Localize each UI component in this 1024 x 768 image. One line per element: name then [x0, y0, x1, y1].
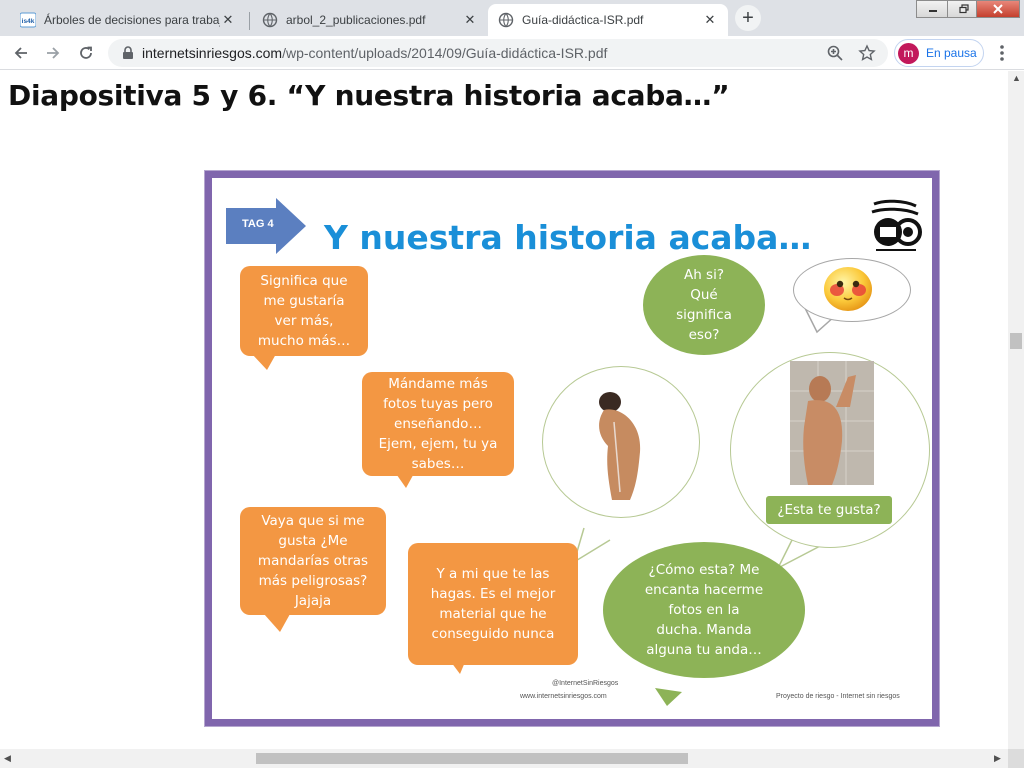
reload-icon: [80, 46, 92, 59]
more-menu-icon[interactable]: [994, 42, 1010, 64]
pdf-viewport[interactable]: Diapositiva 5 y 6. “Y nuestra historia a…: [0, 71, 1008, 749]
arrow-left-icon: [14, 47, 27, 59]
slide-image: TAG 4 Y nuestra historia acaba… Signific…: [205, 171, 939, 726]
tab-arboles[interactable]: is4k Árboles de decisiones para trabajo …: [10, 4, 246, 36]
bubble-line: fotos tuyas pero: [383, 396, 493, 412]
scroll-left-icon[interactable]: ◀: [4, 753, 11, 764]
profile-status: En pausa: [926, 46, 977, 60]
svg-text:is4k: is4k: [22, 18, 35, 25]
restore-icon: [959, 4, 969, 14]
tab-title: Guía-didáctica-ISR.pdf: [522, 13, 644, 27]
lock-icon[interactable]: [120, 45, 136, 61]
bubble-line: hagas. Es el mejor: [430, 586, 556, 602]
chat-bubble-orange: Y a mi que te las hagas. Es el mejor mat…: [408, 543, 578, 665]
bubble-line: enseñando…: [394, 416, 482, 432]
slide-footer-url: www.internetsinriesgos.com: [520, 693, 607, 700]
address-bar[interactable]: internetsinriesgos.com/wp-content/upload…: [108, 39, 888, 67]
chat-bubble-green: ¿Esta te gusta?: [766, 496, 892, 524]
vertical-scroll-thumb[interactable]: [1010, 333, 1022, 349]
globe-icon: [262, 12, 278, 28]
forward-button[interactable]: [40, 40, 66, 66]
bubble-line: eso?: [688, 327, 720, 343]
bubble-line: conseguido nunca: [431, 626, 555, 642]
scrollbar-corner: [1008, 749, 1024, 768]
url-host: internetsinriesgos.com: [142, 45, 283, 61]
blushing-face-icon: [824, 267, 872, 311]
bubble-line: significa: [676, 307, 732, 323]
bubble-line: Mándame más: [388, 376, 488, 392]
close-icon[interactable]: ✕: [220, 12, 236, 28]
tab-guia-didactica[interactable]: Guía-didáctica-ISR.pdf ✕: [488, 4, 728, 36]
bubble-line: Significa que: [260, 273, 348, 289]
close-icon[interactable]: ✕: [462, 12, 478, 28]
bubble-line: ducha. Manda: [656, 622, 752, 638]
bubble-line: mandarías otras: [257, 553, 369, 569]
bubble-line: mucho más…: [257, 333, 351, 349]
bubble-line: me gustaría: [263, 293, 345, 309]
bubble-line: Ah si?: [683, 267, 725, 283]
arrow-right-icon: [47, 47, 60, 59]
tab-title: arbol_2_publicaciones.pdf: [286, 13, 426, 27]
bubble-line: ¿Cómo esta? Me: [648, 562, 760, 578]
chat-bubble-orange: Vaya que si me gusta ¿Me mandarías otras…: [240, 507, 386, 615]
shower-photo: [790, 361, 874, 485]
globe-icon: [498, 12, 514, 28]
tab-separator: [249, 12, 250, 30]
bubble-line: Vaya que si me: [261, 513, 365, 529]
star-icon[interactable]: [858, 44, 876, 62]
bubble-line: ver más,: [274, 313, 334, 329]
is4k-favicon: is4k: [20, 12, 36, 28]
chat-bubble-green: Ah si? Qué significa eso?: [643, 255, 765, 355]
bubble-line: sabes…: [411, 456, 465, 472]
page-title: Diapositiva 5 y 6. “Y nuestra historia a…: [8, 79, 730, 112]
new-tab-button[interactable]: +: [735, 5, 761, 31]
chat-bubble-green: ¿Cómo esta? Me encanta hacerme fotos en …: [603, 542, 805, 678]
scroll-right-icon[interactable]: ▶: [994, 753, 1001, 764]
window-close-button[interactable]: [976, 0, 1020, 18]
url-text[interactable]: internetsinriesgos.com/wp-content/upload…: [142, 45, 607, 61]
zoom-icon[interactable]: [826, 44, 844, 62]
bubble-line: Qué: [690, 287, 718, 303]
close-icon[interactable]: ✕: [702, 12, 718, 28]
bubble-line: material que he: [439, 606, 547, 622]
url-path: /wp-content/uploads/2014/09/Guía-didácti…: [282, 45, 608, 61]
vertical-scrollbar[interactable]: ▲: [1008, 71, 1024, 749]
bubble-line: más peligrosas?: [258, 573, 368, 589]
bubble-line: fotos en la: [668, 602, 740, 618]
back-button[interactable]: [8, 40, 34, 66]
reload-button[interactable]: [73, 40, 99, 66]
bubble-line: gusta ¿Me: [278, 533, 348, 549]
avatar: m: [898, 42, 919, 64]
slide-footer-credit: Proyecto de riesgo - Internet sin riesgo…: [776, 693, 900, 700]
horizontal-scrollbar[interactable]: ◀ ▶: [0, 749, 1008, 768]
tab-title: Árboles de decisiones para trabajo: [44, 13, 220, 27]
minimize-icon: [929, 10, 937, 12]
person-silhouette-photo: [599, 392, 641, 500]
horizontal-scroll-thumb[interactable]: [256, 753, 688, 764]
bubble-line: encanta hacerme: [644, 582, 764, 598]
bubble-line: Y a mi que te las: [436, 566, 550, 582]
bubble-line: Jajaja: [294, 593, 332, 609]
person-photo: [790, 361, 874, 485]
chat-bubble-orange: Mándame más fotos tuyas pero enseñando… …: [362, 372, 514, 476]
profile-button[interactable]: m En pausa: [894, 39, 984, 67]
tab-strip: is4k Árboles de decisiones para trabajo …: [0, 0, 1024, 36]
bubble-line: alguna tu anda…: [646, 642, 762, 658]
close-icon: [993, 4, 1003, 14]
minimize-button[interactable]: [916, 0, 950, 18]
slide-footer-handle: @InternetSinRiesgos: [552, 680, 619, 687]
scroll-up-icon[interactable]: ▲: [1012, 73, 1021, 83]
bubble-line: ¿Esta te gusta?: [777, 502, 881, 518]
chat-bubble-orange: Significa que me gustaría ver más, mucho…: [240, 266, 368, 356]
bubble-line: Ejem, ejem, tu ya: [378, 436, 498, 452]
browser-toolbar: internetsinriesgos.com/wp-content/upload…: [0, 36, 1024, 70]
tab-arbol-2[interactable]: arbol_2_publicaciones.pdf ✕: [252, 4, 488, 36]
